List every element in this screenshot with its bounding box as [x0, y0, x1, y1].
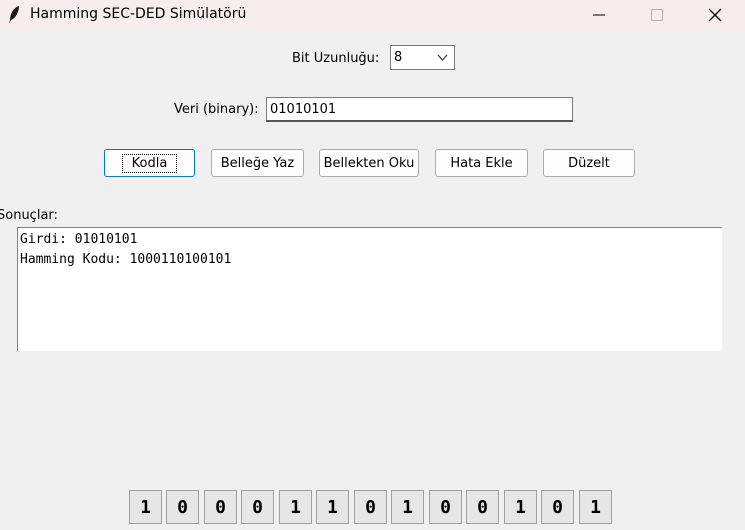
- bit-length-label: Bit Uzunluğu:: [292, 51, 380, 66]
- bit-length-select[interactable]: 8: [390, 45, 455, 70]
- bit-length-value: 8: [394, 50, 403, 65]
- bit-cell[interactable]: 0: [241, 490, 274, 524]
- results-label: Sonuçlar:: [0, 208, 58, 223]
- read-memory-button[interactable]: Bellekten Oku: [319, 149, 419, 177]
- bit-cell[interactable]: 1: [129, 490, 162, 524]
- encode-button-label: Kodla: [121, 153, 178, 173]
- chevron-down-icon: [437, 54, 448, 61]
- bit-cell[interactable]: 0: [541, 490, 574, 524]
- title-bar: Hamming SEC-DED Simülatörü: [0, 0, 745, 30]
- write-memory-button-label: Belleğe Yaz: [220, 155, 295, 171]
- add-error-button[interactable]: Hata Ekle: [435, 149, 528, 177]
- bit-cell[interactable]: 1: [579, 490, 612, 524]
- feather-icon: [9, 6, 19, 24]
- fix-button[interactable]: Düzelt: [543, 149, 635, 177]
- minimize-icon: [593, 14, 605, 16]
- read-memory-button-label: Bellekten Oku: [323, 155, 415, 171]
- add-error-button-label: Hata Ekle: [450, 155, 513, 171]
- write-memory-button[interactable]: Belleğe Yaz: [211, 149, 304, 177]
- bit-cell[interactable]: 0: [204, 490, 237, 524]
- bit-cell[interactable]: 1: [279, 490, 312, 524]
- fix-button-label: Düzelt: [568, 155, 610, 171]
- window-title: Hamming SEC-DED Simülatörü: [30, 6, 247, 22]
- data-input-value: 01010101: [270, 102, 337, 117]
- close-icon: [708, 8, 722, 22]
- bit-cell[interactable]: 0: [354, 490, 387, 524]
- results-line: Girdi: 01010101: [20, 232, 138, 247]
- data-input-field[interactable]: 01010101: [266, 97, 573, 122]
- maximize-icon: [651, 9, 663, 21]
- results-line: Hamming Kodu: 1000110100101: [20, 252, 232, 267]
- results-textarea[interactable]: Girdi: 01010101 Hamming Kodu: 1000110100…: [17, 227, 722, 351]
- bit-cell[interactable]: 0: [166, 490, 199, 524]
- bit-cell[interactable]: 1: [504, 490, 537, 524]
- bit-cell[interactable]: 1: [316, 490, 349, 524]
- bit-cell[interactable]: 1: [391, 490, 424, 524]
- data-input-label: Veri (binary):: [174, 102, 259, 117]
- bit-cell[interactable]: 0: [429, 490, 462, 524]
- encode-button[interactable]: Kodla: [104, 149, 195, 177]
- minimize-button[interactable]: [570, 0, 628, 30]
- close-button[interactable]: [686, 0, 744, 30]
- bit-cell[interactable]: 0: [466, 490, 499, 524]
- maximize-button[interactable]: [628, 0, 686, 30]
